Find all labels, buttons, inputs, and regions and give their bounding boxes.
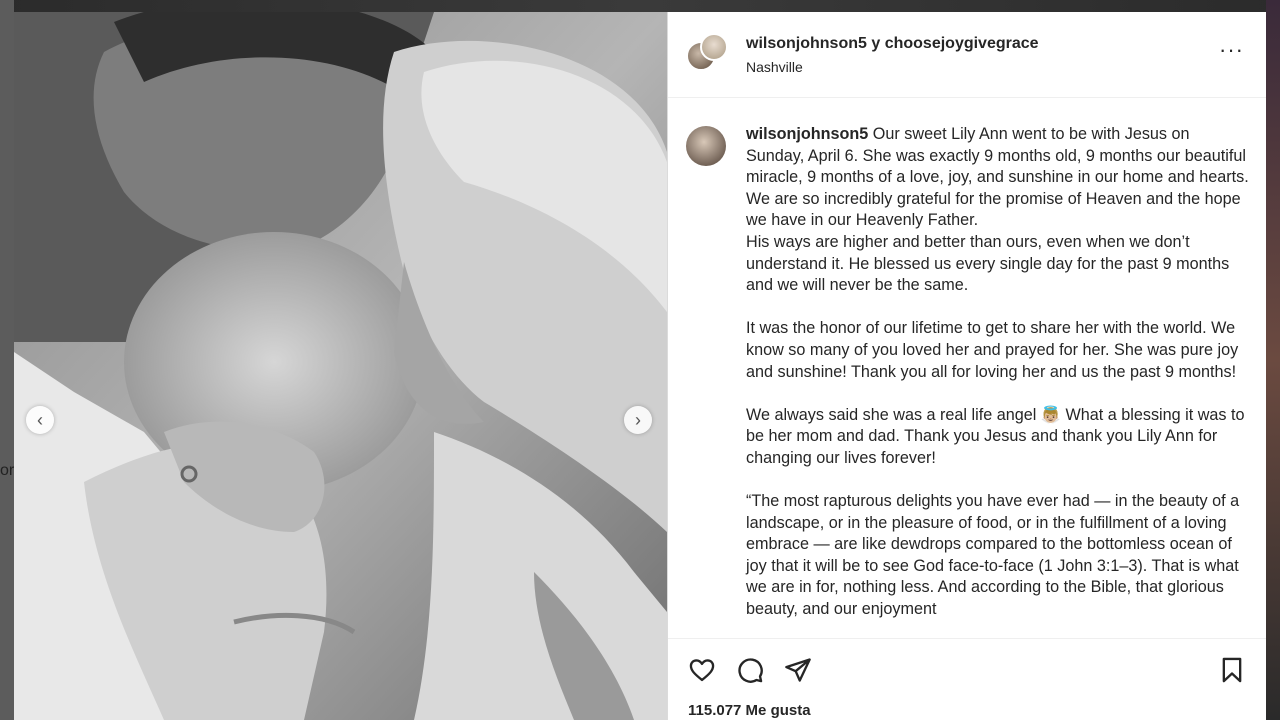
- send-icon: [785, 657, 811, 682]
- caption-section: wilsonjohnson5 Our sweet Lily Ann went t…: [668, 98, 1266, 638]
- caption-paragraph: It was the honor of our lifetime to get …: [746, 319, 1239, 381]
- backdrop-right-strip: [1266, 0, 1280, 720]
- caption-username[interactable]: wilsonjohnson5: [746, 125, 868, 143]
- post-location[interactable]: Nashville: [746, 59, 1039, 75]
- save-button[interactable]: [1216, 654, 1248, 686]
- chevron-left-icon: ‹: [37, 409, 43, 430]
- backdrop-left-text: or: [0, 462, 15, 479]
- like-button[interactable]: [686, 654, 718, 686]
- caption-text: wilsonjohnson5 Our sweet Lily Ann went t…: [746, 124, 1250, 638]
- caption-paragraph: We always said she was a real life angel…: [746, 405, 1245, 467]
- next-image-button[interactable]: ›: [624, 406, 652, 434]
- post-sidebar: wilsonjohnson5 y choosejoygivegrace Nash…: [667, 12, 1266, 720]
- post-actions: [668, 638, 1266, 700]
- coauthor-avatar: [700, 32, 728, 61]
- coauthor-link[interactable]: choosejoygivegrace: [885, 35, 1039, 52]
- bookmark-icon: [1222, 657, 1242, 682]
- caption-avatar[interactable]: [686, 126, 726, 166]
- heart-icon: [689, 658, 715, 681]
- chevron-right-icon: ›: [635, 409, 641, 430]
- backdrop-left-strip: [0, 0, 14, 720]
- post-header-text: wilsonjohnson5 y choosejoygivegrace Nash…: [746, 35, 1039, 75]
- comment-button[interactable]: [734, 654, 766, 686]
- share-button[interactable]: [782, 654, 814, 686]
- post-footer: 115.077 Me gusta: [668, 700, 1266, 720]
- post-modal: ‹ › wilsonjohnson5 y choosejoygivegrace …: [14, 12, 1266, 720]
- likes-count[interactable]: 115.077 Me gusta: [688, 702, 811, 720]
- post-photo: [14, 12, 667, 720]
- author-joiner: y: [871, 34, 881, 52]
- more-options-button[interactable]: ···: [1219, 39, 1244, 61]
- caption-paragraph: wilsonjohnson5 Our sweet Lily Ann went t…: [746, 124, 1250, 232]
- post-media: ‹ ›: [14, 12, 667, 720]
- more-horizontal-icon: ···: [1219, 37, 1244, 62]
- comment-icon: [738, 657, 763, 683]
- caption-paragraph: His ways are higher and better than ours…: [746, 232, 1230, 295]
- caption-paragraph: “The most rapturous delights you have ev…: [746, 492, 1240, 619]
- author-link[interactable]: wilsonjohnson5: [746, 35, 867, 52]
- previous-image-button[interactable]: ‹: [26, 406, 54, 434]
- author-avatars[interactable]: [686, 32, 730, 77]
- post-authors: wilsonjohnson5 y choosejoygivegrace: [746, 35, 1039, 53]
- post-header: wilsonjohnson5 y choosejoygivegrace Nash…: [668, 12, 1266, 98]
